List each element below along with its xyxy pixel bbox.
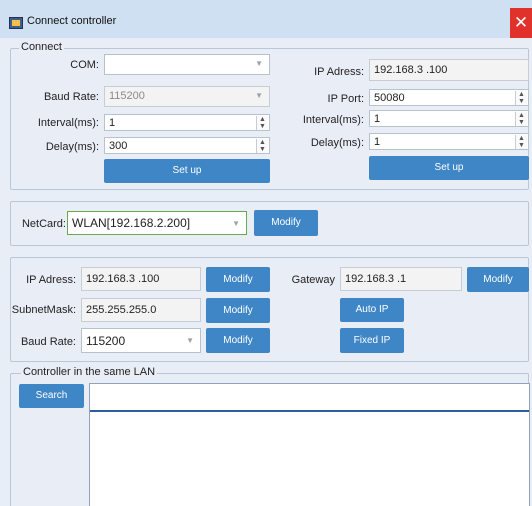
spin-arrows-icon[interactable]: ▲ ▼ [256, 116, 268, 130]
connect-legend: Connect [19, 41, 64, 53]
chevron-down-icon: ▼ [232, 219, 240, 228]
interval-right-value: 1 [374, 113, 381, 125]
subnet-modify-button[interactable]: Modify [206, 298, 270, 323]
com-select[interactable]: ▼ [104, 54, 270, 75]
baud-rate-value: 115200 [109, 90, 145, 102]
delay-left-label: Delay(ms): [45, 141, 99, 153]
app-icon [9, 17, 23, 29]
gateway-modify-button[interactable]: Modify [467, 267, 529, 292]
interval-right-stepper[interactable]: 1 ▲ ▼ [369, 110, 529, 127]
spin-arrows-icon[interactable]: ▲ ▼ [515, 112, 527, 126]
baud-modify-button[interactable]: Modify [206, 328, 270, 353]
ip-modify-button[interactable]: Modify [206, 267, 270, 292]
connect-controller-window: Connect controller ✕ Connect COM: ▼ Baud… [0, 0, 532, 506]
chevron-down-icon: ▼ [255, 59, 263, 68]
ip-address-label: IP Adress: [314, 66, 364, 78]
spin-arrows-icon[interactable]: ▲ ▼ [256, 139, 268, 153]
netcard-select[interactable]: WLAN[192.168.2.200] ▼ [67, 211, 247, 235]
auto-ip-button[interactable]: Auto IP [340, 298, 404, 322]
subnet-mask-field[interactable]: 255.255.255.0 [81, 298, 201, 322]
chevron-down-icon: ▼ [186, 336, 194, 345]
baud-rate-select-2[interactable]: 115200 ▼ [81, 328, 201, 353]
baud-rate-select[interactable]: 115200 ▼ [104, 86, 270, 107]
lan-legend: Controller in the same LAN [21, 366, 158, 378]
netcard-modify-button[interactable]: Modify [254, 210, 318, 236]
title-bar: Connect controller ✕ [0, 0, 532, 38]
baud-rate-value-2: 115200 [86, 334, 126, 348]
delay-right-stepper[interactable]: 1 ▲ ▼ [369, 133, 529, 150]
interval-right-label: Interval(ms): [302, 114, 364, 126]
ip-port-value: 50080 [374, 92, 405, 104]
subnet-mask-label: SubnetMask: [11, 304, 76, 316]
delay-left-value: 300 [109, 140, 128, 152]
list-selection-line [90, 410, 529, 412]
setup-right-button[interactable]: Set up [369, 156, 529, 180]
baud-rate-label: Baud Rate: [43, 91, 99, 103]
ip-address-label-2: IP Adress: [26, 274, 76, 286]
spin-arrows-icon[interactable]: ▲ ▼ [515, 91, 527, 105]
interval-left-stepper[interactable]: 1 ▲ ▼ [104, 114, 270, 131]
fixed-ip-button[interactable]: Fixed IP [340, 328, 404, 353]
ip-port-stepper[interactable]: 50080 ▲ ▼ [369, 89, 529, 106]
setup-left-button[interactable]: Set up [104, 159, 270, 183]
netcard-value: WLAN[192.168.2.200] [72, 216, 191, 230]
gateway-label: Gateway [291, 274, 335, 286]
chevron-down-icon: ▼ [255, 91, 263, 100]
baud-rate-label-2: Baud Rate: [20, 336, 76, 348]
delay-right-label: Delay(ms): [310, 137, 364, 149]
interval-left-label: Interval(ms): [37, 117, 99, 129]
interval-left-value: 1 [109, 117, 116, 129]
gateway-field[interactable]: 192.168.3 .1 [340, 267, 462, 291]
netcard-label: NetCard: [21, 218, 66, 230]
ip-address-field[interactable]: 192.168.3 .100 [369, 59, 529, 81]
search-button[interactable]: Search [19, 384, 84, 408]
window-title: Connect controller [27, 15, 117, 27]
spin-arrows-icon[interactable]: ▲ ▼ [515, 135, 527, 149]
ip-port-label: IP Port: [327, 93, 364, 105]
controller-list[interactable] [89, 383, 530, 506]
delay-left-stepper[interactable]: 300 ▲ ▼ [104, 137, 270, 154]
close-button[interactable]: ✕ [510, 8, 532, 38]
ip-address-field-2[interactable]: 192.168.3 .100 [81, 267, 201, 291]
delay-right-value: 1 [374, 136, 381, 148]
com-label: COM: [70, 59, 99, 71]
